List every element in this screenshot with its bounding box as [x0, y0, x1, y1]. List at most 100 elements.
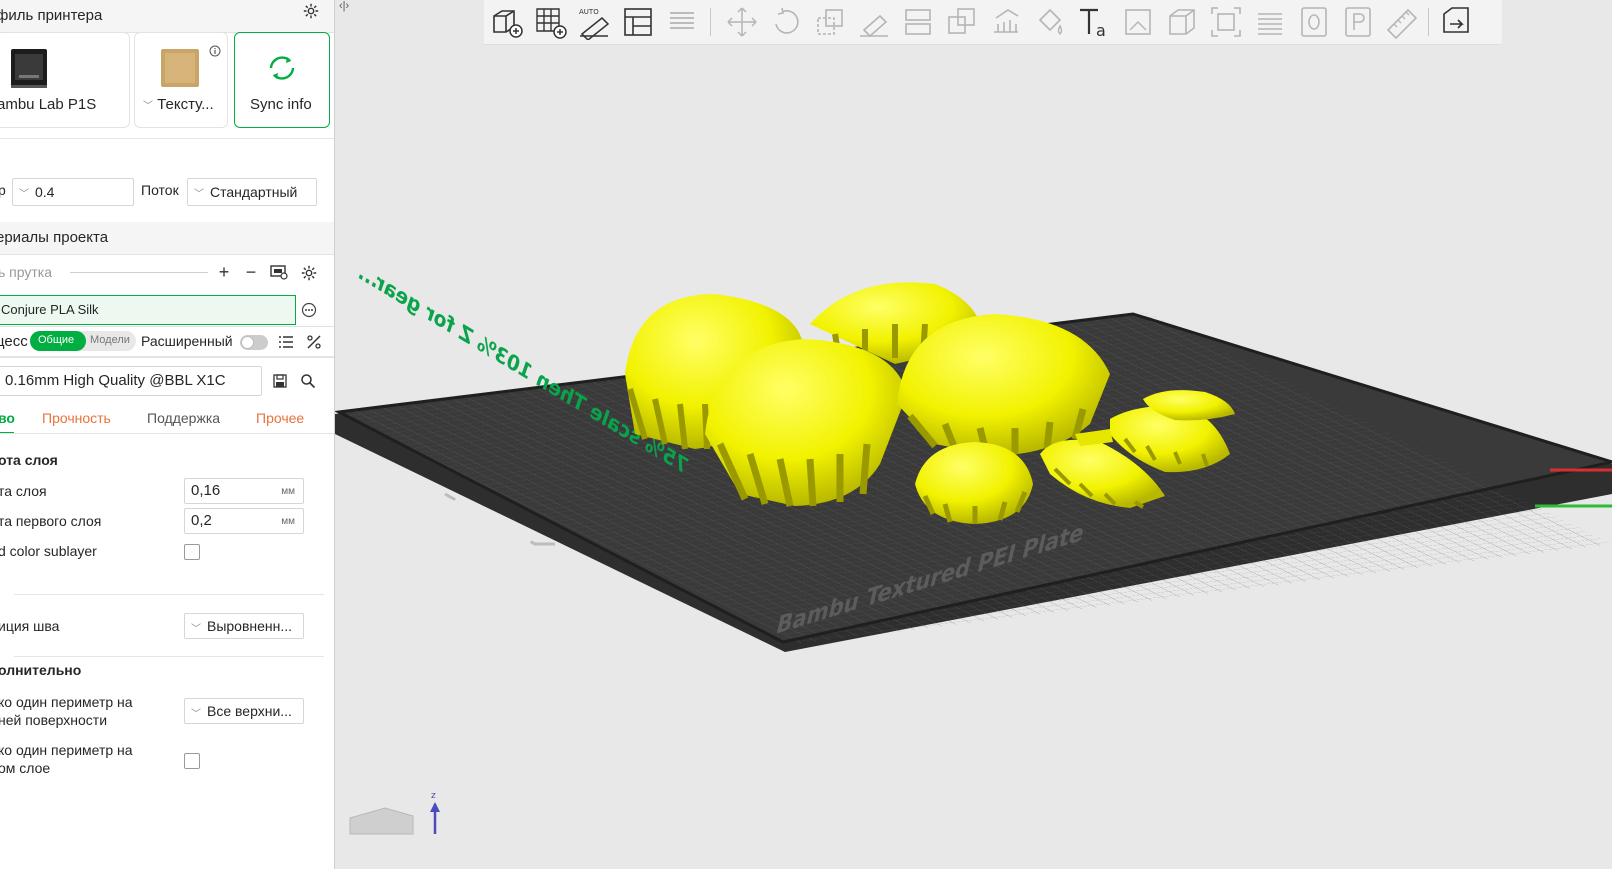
- chevron-down-icon: ﹀: [194, 189, 204, 200]
- one-wall-top-select[interactable]: ﹀ Все верхни...: [184, 698, 304, 724]
- save-icon[interactable]: [272, 373, 288, 389]
- toggle-general-label: Общие: [38, 334, 75, 346]
- chevron-down-icon: ﹀: [191, 624, 201, 635]
- sync-info-button[interactable]: Sync info: [234, 32, 330, 128]
- object-list-icon[interactable]: [1296, 4, 1332, 40]
- toggle-general[interactable]: Общие: [30, 331, 86, 351]
- printer-name: ambu Lab P1S: [0, 96, 97, 113]
- toggle-models-label[interactable]: Модели: [90, 334, 130, 346]
- color-paint-icon[interactable]: [1032, 4, 1068, 40]
- printer-profile-title: филь принтера: [0, 7, 103, 24]
- flow-value: Стандартный: [210, 184, 298, 200]
- seam-position-label: иция шва: [0, 618, 60, 634]
- layer-height-input[interactable]: 0,16 мм: [184, 478, 304, 504]
- nozzle-diameter-select[interactable]: ﹀ 0.4: [12, 178, 134, 206]
- one-wall-first-label-line1: ко один периметр на: [0, 742, 133, 758]
- one-wall-first-label-line2: ом слое: [0, 760, 51, 776]
- variable-layer-icon[interactable]: [1252, 4, 1288, 40]
- advanced-switch[interactable]: [240, 335, 268, 350]
- add-plate-icon[interactable]: [532, 4, 568, 40]
- search-icon[interactable]: [300, 373, 316, 389]
- split-plates-icon[interactable]: [664, 4, 700, 40]
- cut-icon[interactable]: [900, 4, 936, 40]
- svg-text:z: z: [431, 791, 436, 801]
- plate-card[interactable]: ﹀ Тексту...: [134, 32, 228, 128]
- layer-height-value: 0,16: [191, 482, 221, 499]
- textured-plate-icon: [161, 49, 199, 87]
- materials-title: ериалы проекта: [0, 229, 109, 246]
- chevron-down-icon: ﹀: [19, 189, 29, 200]
- nozzle-value: 0.4: [35, 184, 55, 200]
- move-icon[interactable]: [724, 4, 760, 40]
- chevron-down-icon: ﹀: [143, 101, 153, 112]
- list-icon[interactable]: [278, 334, 294, 350]
- sublayer-label: d color sublayer: [0, 543, 97, 559]
- seam-position-select[interactable]: ﹀ Выровненн...: [184, 613, 304, 639]
- return-icon[interactable]: [1438, 4, 1474, 40]
- printer-icon: [11, 49, 47, 88]
- sync-info-label: Sync info: [250, 96, 312, 113]
- printer-card[interactable]: ambu Lab P1S: [0, 32, 130, 128]
- arrange-icon[interactable]: [620, 4, 656, 40]
- rotate-icon[interactable]: [768, 4, 804, 40]
- top-toolbar: AUTO a: [484, 0, 1502, 45]
- more-options-icon[interactable]: [301, 302, 317, 318]
- process-preset-select[interactable]: 0.16mm High Quality @BBL X1C: [0, 366, 262, 396]
- add-filament-icon[interactable]: +: [214, 262, 234, 282]
- svg-text:AUTO: AUTO: [579, 8, 599, 16]
- filament-sync-icon[interactable]: [270, 264, 288, 280]
- gear-icon[interactable]: [302, 2, 320, 20]
- one-wall-top-label-line1: ко один периметр на: [0, 694, 133, 710]
- remove-filament-icon[interactable]: −: [241, 262, 261, 282]
- svg-emboss-icon[interactable]: [1120, 4, 1156, 40]
- printer-profile-header: филь принтера: [0, 0, 334, 33]
- plate-label-icon[interactable]: [1340, 4, 1376, 40]
- materials-header: ериалы проекта: [0, 222, 334, 255]
- preset-name: 0.16mm High Quality @BBL X1C: [5, 372, 226, 389]
- filament-label: ь прутка: [0, 264, 53, 280]
- svg-text:a: a: [1096, 21, 1106, 40]
- build-plate-scene[interactable]: Bambu Textured PEI Plate 75% scale Then …: [335, 44, 1612, 869]
- extra-group-title: олнительно: [0, 662, 82, 678]
- one-wall-first-checkbox[interactable]: [184, 753, 200, 769]
- first-layer-height-input[interactable]: 0,2 мм: [184, 508, 304, 534]
- seam-position-value: Выровненн...: [207, 618, 293, 634]
- divider: [0, 433, 334, 434]
- first-layer-height-value: 0,2: [191, 512, 212, 529]
- divider: [0, 138, 334, 139]
- process-scope-toggle[interactable]: Общие Модели: [30, 331, 136, 351]
- auto-orient-icon[interactable]: AUTO: [576, 4, 612, 42]
- sync-icon: [269, 56, 295, 80]
- text-tool-icon[interactable]: a: [1076, 4, 1112, 40]
- lay-on-face-icon[interactable]: [856, 4, 892, 40]
- info-icon[interactable]: [209, 45, 221, 57]
- filament-slot[interactable]: Conjure PLA Silk: [0, 295, 296, 325]
- tab-strength[interactable]: Прочность: [42, 410, 111, 426]
- boolean-icon[interactable]: [944, 4, 980, 40]
- assembly-view-icon[interactable]: [1164, 4, 1200, 40]
- process-header: цесс Общие Модели Расширенный: [0, 326, 334, 358]
- gear-icon[interactable]: [300, 264, 318, 282]
- process-label: цесс: [0, 333, 28, 350]
- flow-select[interactable]: ﹀ Стандартный: [187, 178, 317, 206]
- filament-name: Conjure PLA Silk: [1, 302, 99, 317]
- divider: [14, 594, 324, 595]
- measure-icon[interactable]: [1384, 4, 1420, 40]
- 3d-viewport[interactable]: ‹|› AUTO a Bambu Textured PEI Plate 75% …: [335, 0, 1612, 869]
- tab-others[interactable]: Прочее: [256, 410, 304, 426]
- add-object-icon[interactable]: [488, 4, 524, 40]
- unit-label: мм: [281, 516, 295, 527]
- layer-height-label: та слоя: [0, 483, 47, 499]
- plate-type-dropdown[interactable]: ﹀ Тексту...: [143, 96, 214, 113]
- fit-view-icon[interactable]: [1208, 4, 1244, 40]
- scale-icon[interactable]: [812, 4, 848, 40]
- left-sidebar: филь принтера ambu Lab P1S ﹀ Тексту... S…: [0, 0, 335, 869]
- plate-name: Тексту...: [157, 96, 214, 113]
- collapse-sidebar-icon[interactable]: ‹|›: [339, 0, 349, 12]
- one-wall-top-label-line2: ней поверхности: [0, 712, 108, 728]
- tab-quality[interactable]: во: [0, 410, 15, 426]
- tab-support[interactable]: Поддержка: [147, 410, 220, 426]
- compare-icon[interactable]: [306, 334, 322, 350]
- support-paint-icon[interactable]: [988, 4, 1024, 40]
- sublayer-checkbox[interactable]: [184, 544, 200, 560]
